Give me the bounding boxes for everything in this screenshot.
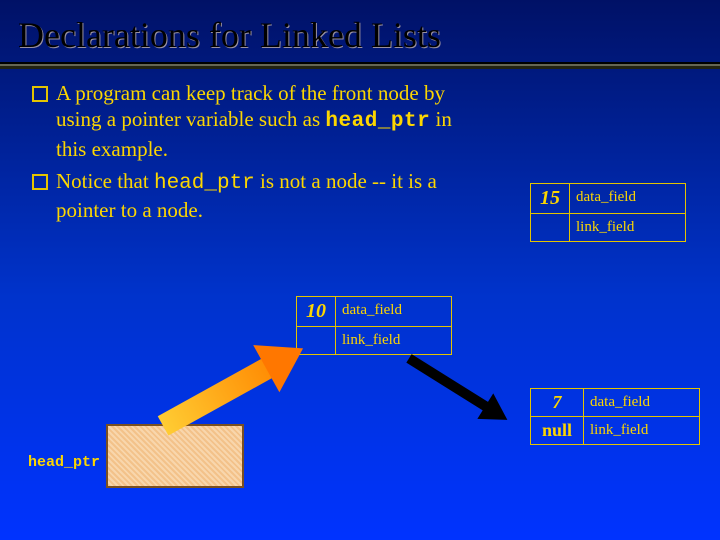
node-value: 7 [530, 388, 583, 417]
node-link-value: null [530, 417, 583, 445]
node-data-field-label: data_field [335, 296, 452, 327]
node-10: 10 data_field link_field [296, 296, 452, 355]
bullet-square-icon [32, 174, 48, 190]
bullet-square-icon [32, 86, 48, 102]
page-title: Declarations for Linked Lists [0, 0, 720, 62]
node-15: 15 data_field link_field [530, 183, 686, 242]
black-arrow-icon [386, 344, 520, 458]
node-link-field-label: link_field [583, 417, 700, 445]
node-7: 7 data_field null link_field [530, 388, 700, 445]
bullet-2: Notice that head_ptr is not a node -- it… [56, 168, 486, 224]
title-rule [0, 62, 720, 70]
bullet-text: Notice that [56, 169, 154, 193]
node-data-field-label: data_field [569, 183, 686, 214]
code-head-ptr: head_ptr [154, 172, 255, 195]
node-link-field-label: link_field [335, 327, 452, 355]
node-data-field-label: data_field [583, 388, 700, 417]
bullet-list: A program can keep track of the front no… [0, 70, 526, 223]
node-link-field-label: link_field [569, 214, 686, 242]
node-value: 10 [296, 296, 335, 327]
node-value: 15 [530, 183, 569, 214]
head-ptr-label: head_ptr [28, 454, 100, 471]
code-head-ptr: head_ptr [325, 110, 430, 133]
bullet-1: A program can keep track of the front no… [56, 80, 486, 162]
node-link-value [530, 214, 569, 242]
